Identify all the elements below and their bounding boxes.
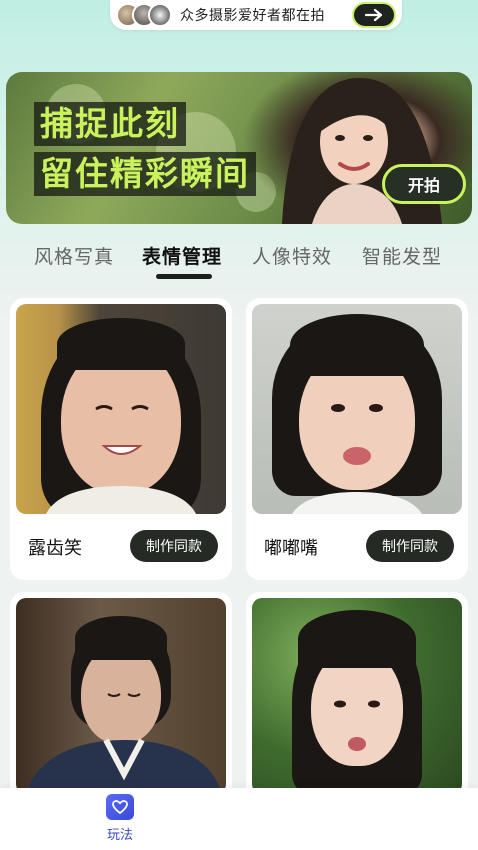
avatar-group [116,3,172,27]
template-card[interactable] [10,592,232,812]
arrow-right-icon [364,8,383,22]
nav-item-play[interactable]: 玩法 [90,794,150,843]
template-photo [16,304,226,514]
community-banner-pill[interactable]: 众多摄影爱好者都在拍 [110,0,402,30]
template-card[interactable]: 嘟嘟嘴 制作同款 [246,298,468,580]
active-tab-indicator [156,274,212,279]
make-same-button[interactable]: 制作同款 [366,530,454,562]
template-card[interactable] [246,592,468,812]
tab-style-portrait[interactable]: 风格写真 [34,242,114,269]
banner-headline-1: 捕捉此刻 [34,102,186,146]
template-photo [16,598,226,794]
heart-icon [106,794,134,820]
nav-label: 玩法 [106,828,133,843]
promo-banner[interactable]: 捕捉此刻 留住精彩瞬间 开拍 [6,72,472,224]
tab-portrait-effects[interactable]: 人像特效 [252,242,332,269]
card-title: 嘟嘟嘴 [264,538,318,559]
tab-expression[interactable]: 表情管理 [142,242,222,269]
template-photo [252,304,462,514]
template-photo [252,598,462,794]
arrow-button[interactable] [352,2,396,28]
community-text: 众多摄影爱好者都在拍 [180,8,325,24]
banner-headline-2: 留住精彩瞬间 [34,152,256,196]
category-tabs: 风格写真 表情管理 人像特效 智能发型 [0,236,478,284]
tab-smart-hairstyle[interactable]: 智能发型 [362,242,442,269]
avatar [148,3,172,27]
make-same-button[interactable]: 制作同款 [130,530,218,562]
bottom-navigation: 玩法 [0,788,478,850]
card-title: 露齿笑 [28,538,82,559]
start-shoot-button[interactable]: 开拍 [382,164,466,204]
template-card[interactable]: 露齿笑 制作同款 [10,298,232,580]
